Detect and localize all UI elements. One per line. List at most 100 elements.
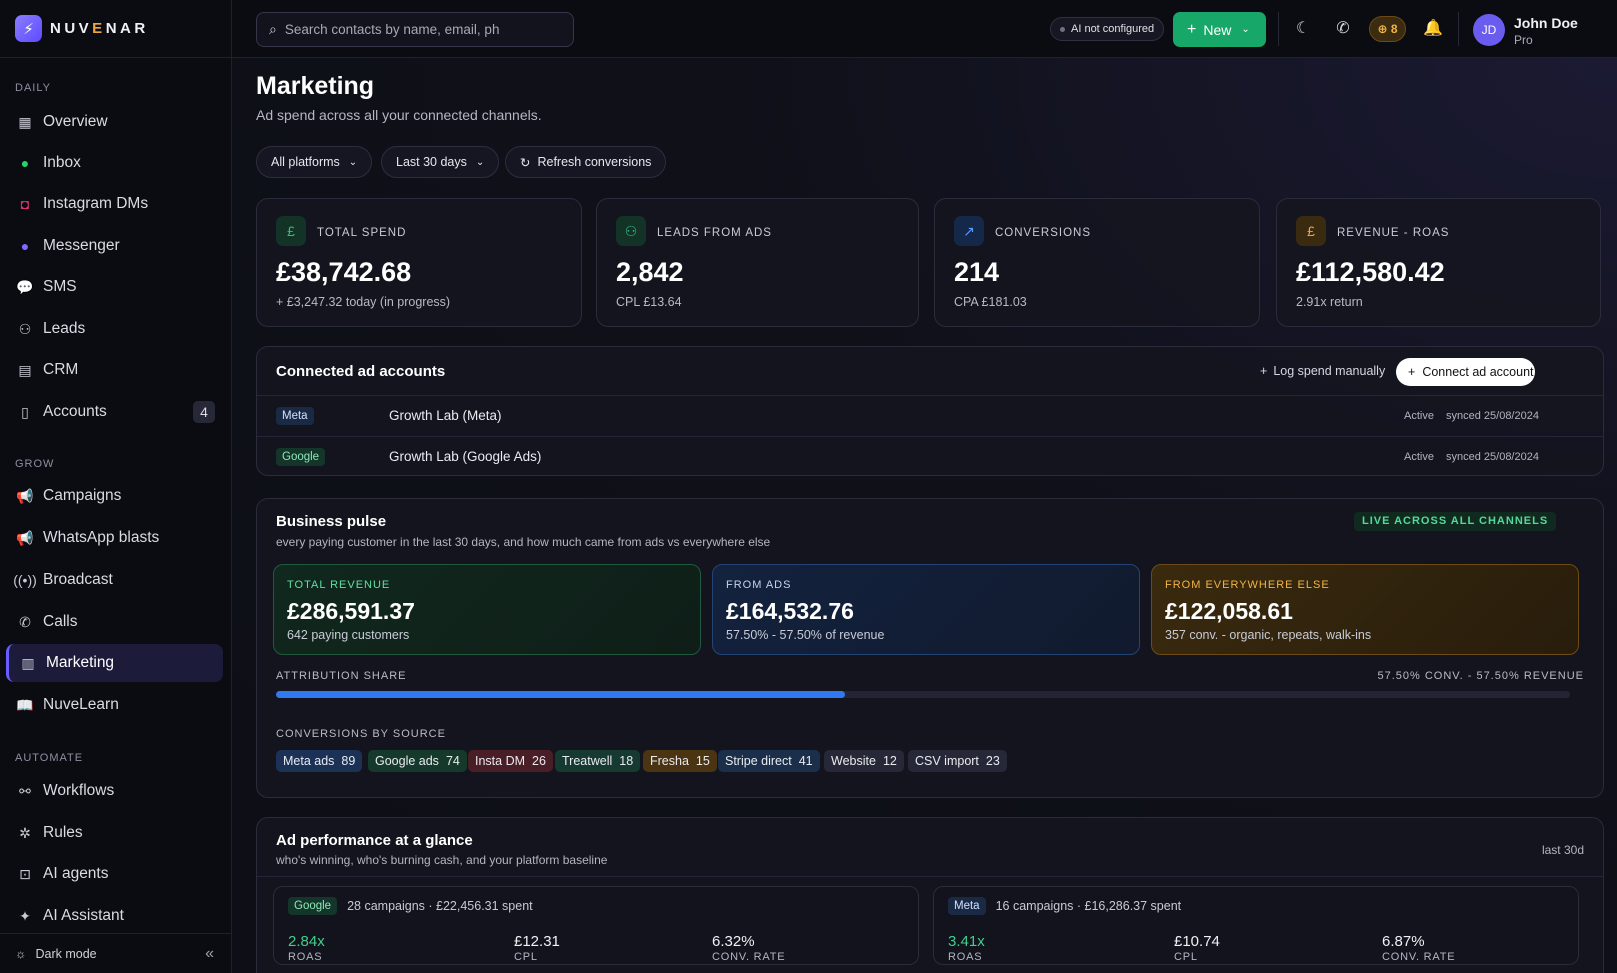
new-button[interactable]: + New ⌄ [1173, 12, 1266, 47]
account-synced: synced 25/08/2024 [1446, 410, 1539, 422]
nav-section-daily: DAILY [15, 82, 51, 94]
conversions-value: 214 [954, 257, 1000, 287]
bell-icon[interactable]: 🔔 [1422, 18, 1444, 40]
platform-filter[interactable]: All platforms ⌄ [256, 146, 373, 178]
platform-performance-google[interactable]: Google 28 campaigns · £22,456.31 spent 2.… [273, 886, 919, 965]
sidebar-item-inbox[interactable]: ● Inbox [6, 144, 223, 182]
stat-card-conversions: ↗ CONVERSIONS 214 CPA £181.03 [934, 198, 1260, 327]
ad-performance-card: Ad performance at a glance who's winning… [256, 817, 1604, 973]
page-title: Marketing [256, 72, 375, 100]
sidebar-item-ai-assistant[interactable]: ✦ AI Assistant [6, 897, 223, 935]
topbar: ⌕ AI not configured + New ⌄ ☾ ✆ ⊕ 8 🔔 JD… [232, 0, 1617, 58]
moon-icon[interactable]: ☾ [1292, 18, 1314, 40]
dark-mode-toggle[interactable]: ☼ Dark mode « [0, 933, 232, 973]
accounts-count-badge: 4 [193, 401, 215, 423]
total-spend-value: £38,742.68 [276, 257, 412, 287]
performance-period: last 30d [1541, 843, 1584, 857]
brand-name: NUVENAR [50, 20, 149, 37]
sidebar-item-rules[interactable]: ✲ Rules [6, 814, 223, 852]
chevron-down-icon: ⌄ [475, 156, 485, 168]
source-chip-fresha[interactable]: Fresha 15 [643, 750, 717, 772]
sidebar-item-overview[interactable]: ▦ Overview [6, 103, 223, 141]
sidebar-item-crm[interactable]: ▤ CRM [6, 351, 223, 389]
sidebar-item-marketing[interactable]: ▥ Marketing [6, 644, 223, 682]
chevron-down-icon: ⌄ [348, 156, 358, 168]
phone-icon[interactable]: ✆ [1332, 18, 1354, 40]
megaphone-icon: 📢 [16, 487, 34, 504]
nav-section-automate: AUTOMATE [15, 752, 84, 764]
ai-status-chip[interactable]: AI not configured [1050, 17, 1165, 41]
plus-icon: + [1187, 20, 1197, 38]
search-box[interactable]: ⌕ [256, 12, 574, 47]
platform-performance-meta[interactable]: Meta 16 campaigns · £16,286.37 spent 3.41… [933, 886, 1579, 965]
refresh-conversions-button[interactable]: ↻ Refresh conversions [505, 146, 667, 178]
avatar[interactable]: JD [1473, 14, 1505, 46]
stat-card-total-spend: £ TOTAL SPEND £38,742.68 + £3,247.32 tod… [256, 198, 582, 327]
collapse-sidebar-icon[interactable]: « [205, 945, 214, 963]
ad-performance-title: Ad performance at a glance [276, 832, 473, 849]
date-range-filter[interactable]: Last 30 days ⌄ [381, 146, 500, 178]
pound-icon: £ [1296, 216, 1326, 246]
ad-performance-subtitle: who's winning, who's burning cash, and y… [276, 853, 608, 867]
source-chip-google-ads[interactable]: Google ads 74 [368, 750, 467, 772]
main-content: Marketing Ad spend across all your conne… [232, 58, 1617, 973]
meta-conv-rate-value: 6.87% [1382, 933, 1425, 950]
sidebar-item-accounts[interactable]: ▯ Accounts 4 [6, 393, 223, 431]
account-name[interactable]: Growth Lab (Meta) [389, 408, 502, 423]
connect-ad-account-button[interactable]: + Connect ad account [1396, 358, 1535, 386]
source-chip-website[interactable]: Website 12 [824, 750, 904, 772]
plus-icon: + [1408, 365, 1416, 379]
attribution-label: ATTRIBUTION SHARE [276, 670, 407, 682]
sidebar-item-whatsapp-blasts[interactable]: 📢 WhatsApp blasts [6, 519, 223, 557]
divider [257, 395, 1603, 396]
account-synced: synced 25/08/2024 [1446, 451, 1539, 463]
platform-tag-google: Google [276, 448, 326, 466]
trend-up-icon: ↗ [954, 216, 984, 246]
account-status: Active [1404, 410, 1434, 422]
account-name[interactable]: Growth Lab (Google Ads) [389, 449, 541, 464]
business-pulse-card: Business pulse every paying customer in … [256, 498, 1604, 798]
business-pulse-subtitle: every paying customer in the last 30 day… [276, 535, 771, 549]
divider [1458, 12, 1459, 46]
google-cpl-value: £12.31 [514, 933, 560, 950]
source-chip-treatwell[interactable]: Treatwell 18 [555, 750, 641, 772]
attribution-fill [276, 691, 846, 698]
sidebar-item-campaigns[interactable]: 📢 Campaigns [6, 477, 223, 515]
source-chip-meta-ads[interactable]: Meta ads 89 [276, 750, 363, 772]
source-chip-insta-dm[interactable]: Insta DM 26 [468, 750, 553, 772]
source-chip-stripe-direct[interactable]: Stripe direct 41 [718, 750, 820, 772]
log-spend-button[interactable]: + Log spend manually [1260, 364, 1385, 378]
credits-badge[interactable]: ⊕ 8 [1369, 16, 1406, 42]
business-pulse-title: Business pulse [276, 513, 387, 530]
meta-cpl-value: £10.74 [1174, 933, 1220, 950]
sms-icon: 💬 [16, 278, 34, 295]
plus-icon: + [1260, 364, 1268, 378]
sidebar-item-nuvelearn[interactable]: 📖 NuveLearn [6, 686, 223, 724]
pound-icon: £ [276, 216, 306, 246]
sidebar-item-instagram-dms[interactable]: ◘ Instagram DMs [6, 185, 223, 223]
search-input[interactable] [284, 22, 545, 37]
sidebar-item-sms[interactable]: 💬 SMS [6, 268, 223, 306]
user-name[interactable]: John Doe [1514, 15, 1578, 31]
sidebar-item-messenger[interactable]: ● Messenger [6, 227, 223, 265]
connected-accounts-title: Connected ad accounts [276, 363, 446, 380]
platform-tag-google: Google [288, 897, 338, 915]
broadcast-icon: ((•)) [13, 572, 37, 588]
sources-label: CONVERSIONS BY SOURCE [276, 728, 446, 740]
stat-card-revenue: £ REVENUE - ROAS £112,580.42 2.91x retur… [1276, 198, 1601, 327]
source-chip-csv-import[interactable]: CSV import 23 [908, 750, 1007, 772]
sidebar-item-workflows[interactable]: ⚯ Workflows [6, 772, 223, 810]
sidebar-item-ai-agents[interactable]: ⊡ AI agents [6, 855, 223, 893]
google-conv-rate-value: 6.32% [712, 933, 755, 950]
connected-accounts-card: Connected ad accounts + Log spend manuall… [256, 346, 1604, 476]
sidebar-item-broadcast[interactable]: ((•)) Broadcast [6, 561, 223, 599]
logo[interactable]: ⚡ NUVENAR [0, 0, 231, 58]
refresh-icon: ↻ [520, 155, 531, 170]
platform-tag-meta: Meta [276, 407, 314, 425]
sidebar-item-calls[interactable]: ✆ Calls [6, 603, 223, 641]
from-everywhere-else-box: FROM EVERYWHERE ELSE £122,058.61 357 con… [1151, 564, 1579, 655]
sidebar: ⚡ NUVENAR DAILY ▦ Overview ● Inbox ◘ Instag… [0, 0, 232, 973]
user-plan: Pro [1514, 33, 1533, 47]
sidebar-item-leads[interactable]: ⚇ Leads [6, 310, 223, 348]
grid-icon: ▦ [18, 113, 32, 130]
